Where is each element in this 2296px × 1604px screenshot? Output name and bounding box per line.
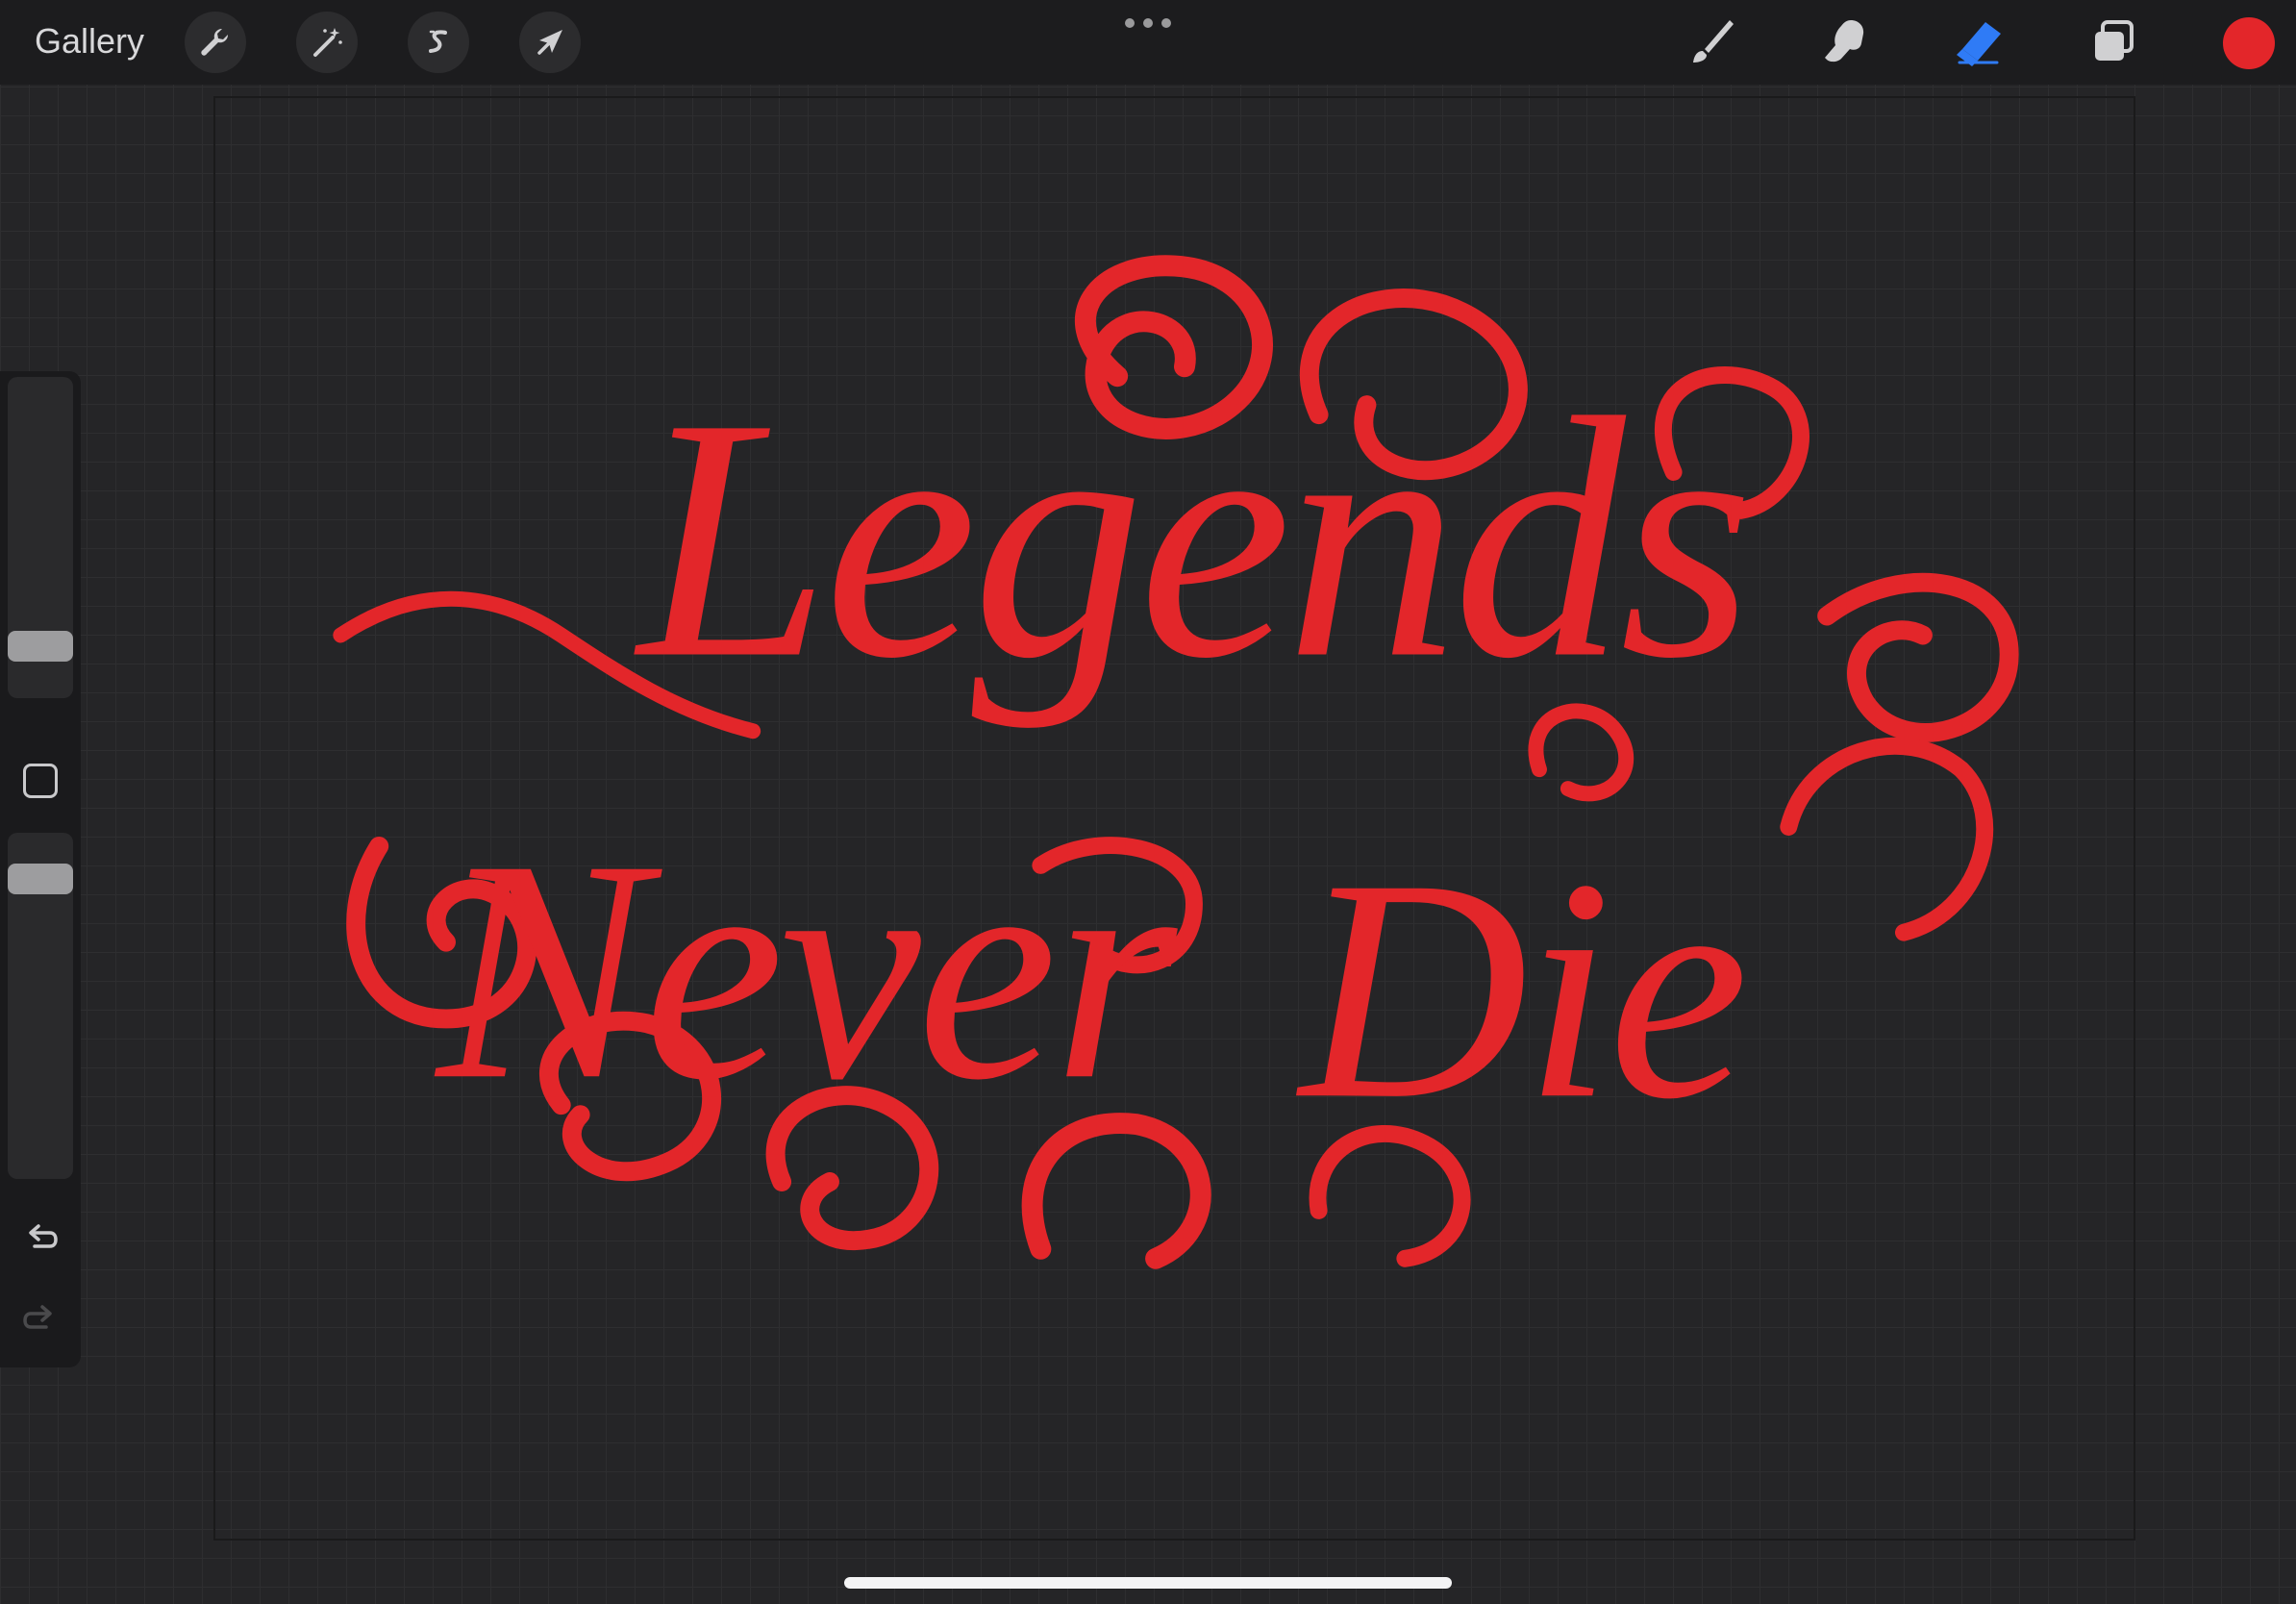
procreate-app: Gallery Legends Never Die [0,0,2296,1604]
actions-button[interactable] [185,12,246,73]
transform-button[interactable] [519,12,581,73]
selection-s-icon [429,30,448,53]
redo-button[interactable] [17,1296,63,1342]
adjustments-button[interactable] [296,12,358,73]
layers-button[interactable] [2083,12,2144,73]
square-modifier-icon[interactable] [23,764,58,798]
selection-button[interactable] [408,12,469,73]
layers-icon [2095,20,2134,61]
undo-button[interactable] [17,1216,63,1262]
calligraphy-artwork: Legends Never Die [333,255,2019,1269]
eraser-tool-button[interactable] [1948,12,2009,73]
svg-text:Legends: Legends [633,346,1748,730]
top-toolbar: Gallery [0,0,2296,85]
left-sidebar [0,371,81,1367]
magic-wand-icon [313,28,342,57]
redo-icon [23,1305,52,1329]
drawing-canvas[interactable]: Legends Never Die [213,96,2135,1541]
smudge-tool-button[interactable] [1813,12,1875,73]
arrow-cursor-icon [537,30,562,55]
brush-icon [1693,20,1734,63]
brush-tool-button[interactable] [1681,12,1742,73]
gallery-button[interactable]: Gallery [35,17,144,65]
eraser-icon [1957,22,2001,66]
brush-size-thumb[interactable] [8,631,73,662]
smudge-finger-icon [1825,20,1864,63]
opacity-thumb[interactable] [8,864,73,894]
wrench-icon [201,28,229,56]
color-picker-button[interactable] [2223,17,2275,69]
undo-icon [29,1224,58,1248]
more-options-button[interactable] [1125,13,1171,33]
home-indicator[interactable] [844,1577,1452,1589]
svg-text:Never: Never [432,795,1183,1145]
svg-text:Die: Die [1295,815,1745,1165]
ellipsis-icon [1125,18,1135,28]
